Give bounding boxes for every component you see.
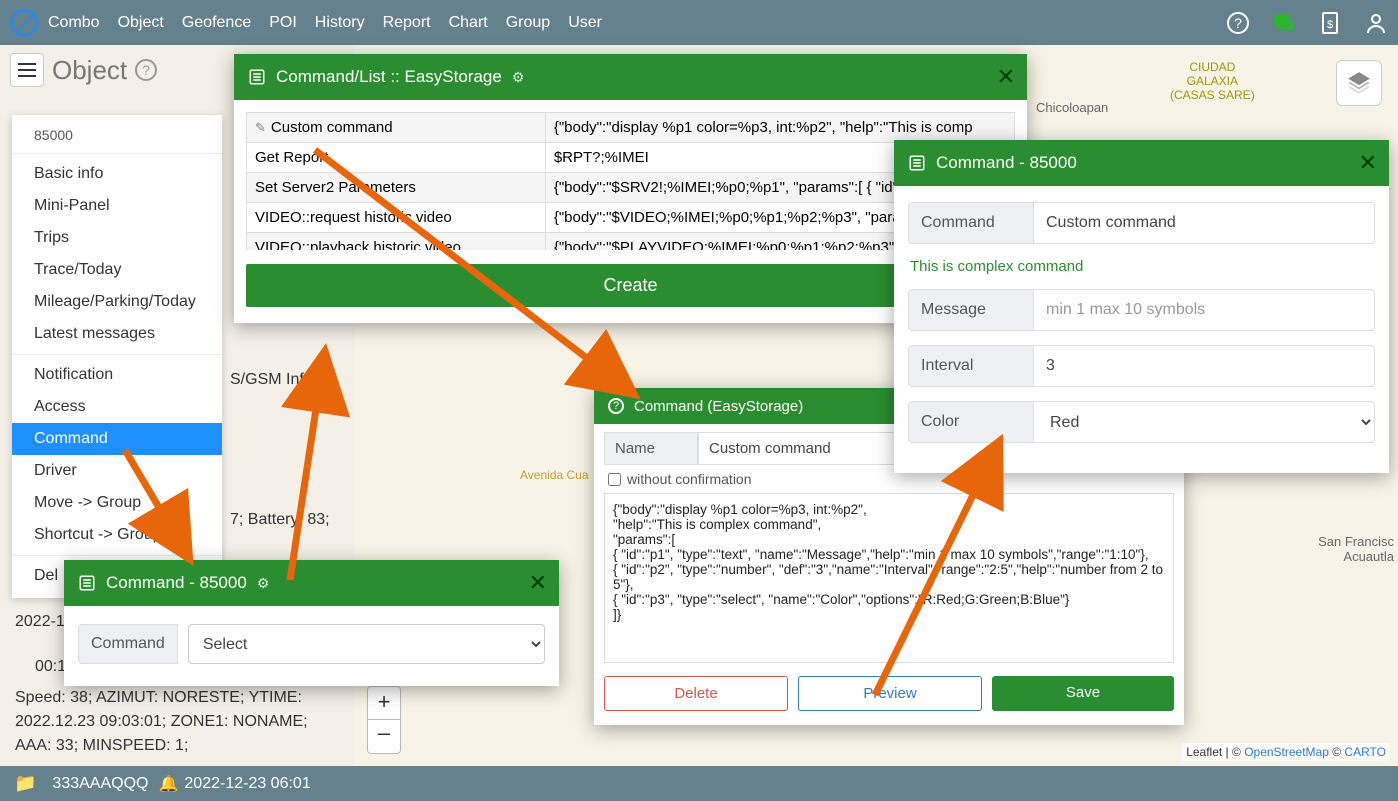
command-list-title: Command/List :: EasyStorage (276, 67, 502, 87)
menu-report[interactable]: Report (383, 14, 431, 32)
osm-link[interactable]: OpenStreetMap (1244, 745, 1329, 759)
list-icon (248, 68, 266, 86)
form-message-label: Message (908, 289, 1034, 331)
help-icon[interactable]: ? (1226, 11, 1250, 35)
top-menu: Combo Object Geofence POI History Report… (48, 14, 602, 32)
help-icon[interactable]: ? (608, 398, 624, 414)
command-list-header[interactable]: Command/List :: EasyStorage ⚙ ✕ (234, 54, 1027, 100)
menu-item-shortcut-group[interactable]: Shortcut -> Group (12, 519, 222, 551)
menu-user[interactable]: User (568, 14, 602, 32)
form-interval-input[interactable]: 3 (1034, 345, 1375, 387)
form-command-value: Custom command (1034, 202, 1375, 244)
app-logo[interactable] (10, 9, 38, 37)
page-header: Object ? (0, 45, 157, 95)
map-label-avenida: Avenida Cua (520, 468, 589, 482)
bell-icon: 🔔 (158, 774, 178, 794)
menu-item-mini-panel[interactable]: Mini-Panel (12, 190, 222, 222)
menu-item-id[interactable]: 85000 (12, 121, 222, 149)
close-icon[interactable]: ✕ (997, 64, 1015, 90)
form-color-label: Color (908, 401, 1034, 443)
menu-item-notification[interactable]: Notification (12, 359, 222, 391)
command-select-dialog: Command - 85000 ⚙ ✕ Command Select (64, 560, 559, 686)
command-label: Command (78, 624, 178, 664)
chat-icon[interactable] (1272, 11, 1296, 35)
form-message-input[interactable]: min 1 max 10 symbols (1034, 289, 1375, 331)
hamburger-button[interactable] (10, 53, 44, 87)
zoom-in-button[interactable]: + (367, 686, 401, 720)
map-label-chicoloapan: Chicoloapan (1036, 100, 1108, 115)
edit-icon[interactable]: ✎ (255, 120, 266, 135)
gear-icon[interactable]: ⚙ (512, 69, 525, 86)
preview-button[interactable]: Preview (798, 676, 982, 711)
carto-link[interactable]: CARTO (1344, 745, 1386, 759)
command-form-dialog: Command - 85000 ✕ Command Custom command… (894, 140, 1389, 473)
menu-history[interactable]: History (315, 14, 365, 32)
menu-object[interactable]: Object (118, 14, 164, 32)
menu-geofence[interactable]: Geofence (182, 14, 251, 32)
svg-text:$: $ (1327, 19, 1333, 31)
save-button[interactable]: Save (992, 676, 1174, 711)
menu-combo[interactable]: Combo (48, 14, 100, 32)
map-label-galaxia: CIUDADGALAXIA(CASAS SARE) (1170, 60, 1255, 102)
right-icons: ? $ (1226, 11, 1388, 35)
layers-button[interactable] (1336, 60, 1382, 106)
table-row[interactable]: ✎Custom command{"body":"display %p1 colo… (247, 113, 1015, 143)
menu-item-command[interactable]: Command (12, 423, 222, 455)
form-help-text: This is complex command (910, 258, 1373, 275)
form-color-select[interactable]: Red (1034, 401, 1375, 443)
map-attribution: Leaflet | © OpenStreetMap © CARTO (1182, 743, 1390, 761)
form-interval-label: Interval (908, 345, 1034, 387)
command-body-textarea[interactable] (604, 493, 1174, 663)
close-icon[interactable]: ✕ (1359, 150, 1377, 176)
menu-item-access[interactable]: Access (12, 391, 222, 423)
command-select[interactable]: Select (188, 624, 545, 664)
menu-poi[interactable]: POI (269, 14, 297, 32)
menu-item-move-group[interactable]: Move -> Group (12, 487, 222, 519)
list-icon (78, 574, 96, 592)
user-icon[interactable] (1364, 11, 1388, 35)
status-folder: 333AAAQQQ (52, 775, 148, 793)
menu-item-trace-today[interactable]: Trace/Today (12, 254, 222, 286)
command-editor-title: Command (EasyStorage) (634, 398, 803, 415)
page-title: Object (52, 55, 127, 86)
menu-item-trips[interactable]: Trips (12, 222, 222, 254)
status-time: 2022-12-23 06:01 (184, 775, 310, 793)
zoom-controls: + – (367, 686, 401, 754)
command-select-header[interactable]: Command - 85000 ⚙ ✕ (64, 560, 559, 606)
folder-icon: 📁 (14, 773, 36, 794)
map-label-sanfran: San FranciscAcuautla (1318, 534, 1394, 564)
gear-icon[interactable]: ⚙ (257, 575, 270, 592)
without-confirmation-checkbox[interactable]: without confirmation (608, 471, 1174, 487)
menu-group[interactable]: Group (506, 14, 550, 32)
title-help-icon[interactable]: ? (135, 59, 157, 81)
name-label: Name (604, 432, 698, 465)
list-icon (908, 154, 926, 172)
delete-button[interactable]: Delete (604, 676, 788, 711)
command-form-title: Command - 85000 (936, 153, 1077, 173)
menu-item-mileage-parking[interactable]: Mileage/Parking/Today (12, 286, 222, 318)
menu-chart[interactable]: Chart (449, 14, 488, 32)
form-command-label: Command (908, 202, 1034, 244)
svg-text:?: ? (1234, 15, 1242, 31)
menu-item-basic-info[interactable]: Basic info (12, 158, 222, 190)
zoom-out-button[interactable]: – (367, 720, 401, 754)
menu-item-latest-messages[interactable]: Latest messages (12, 318, 222, 350)
report-icon[interactable]: $ (1318, 11, 1342, 35)
command-form-header[interactable]: Command - 85000 ✕ (894, 140, 1389, 186)
context-menu: 85000 Basic info Mini-Panel Trips Trace/… (12, 115, 222, 598)
command-select-title: Command - 85000 (106, 573, 247, 593)
menu-item-driver[interactable]: Driver (12, 455, 222, 487)
status-bar: 📁 333AAAQQQ 🔔 2022-12-23 06:01 (0, 766, 1398, 801)
close-icon[interactable]: ✕ (529, 570, 547, 596)
topbar: Combo Object Geofence POI History Report… (0, 0, 1398, 45)
